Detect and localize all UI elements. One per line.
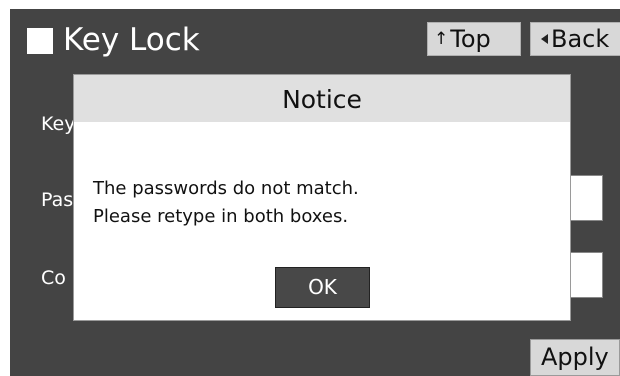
confirm-password-input[interactable] <box>570 252 603 298</box>
key-label: Key <box>41 113 76 135</box>
dialog-message-line-1: The passwords do not match. <box>93 178 359 199</box>
ok-button[interactable]: OK <box>275 267 370 308</box>
square-icon <box>27 28 53 54</box>
back-button-label: Back <box>551 25 610 53</box>
password-input[interactable] <box>570 175 603 221</box>
page-title: Key Lock <box>63 22 200 58</box>
key-lock-screen: Key Lock ↑ Top Back Key Pas Co Apply Not… <box>10 9 620 376</box>
arrow-up-icon: ↑ <box>434 29 449 49</box>
top-button-label: Top <box>450 25 491 53</box>
top-button[interactable]: ↑ Top <box>427 22 521 56</box>
notice-dialog: Notice The passwords do not match. Pleas… <box>73 74 571 321</box>
back-button[interactable]: Back <box>530 22 620 56</box>
apply-button[interactable]: Apply <box>530 339 620 376</box>
dialog-message-line-2: Please retype in both boxes. <box>93 206 349 227</box>
password-label: Pas <box>41 189 74 211</box>
confirm-password-label: Co <box>41 267 66 289</box>
triangle-left-icon <box>541 34 548 44</box>
dialog-message: The passwords do not match. Please retyp… <box>93 175 359 231</box>
dialog-title: Notice <box>74 75 570 122</box>
